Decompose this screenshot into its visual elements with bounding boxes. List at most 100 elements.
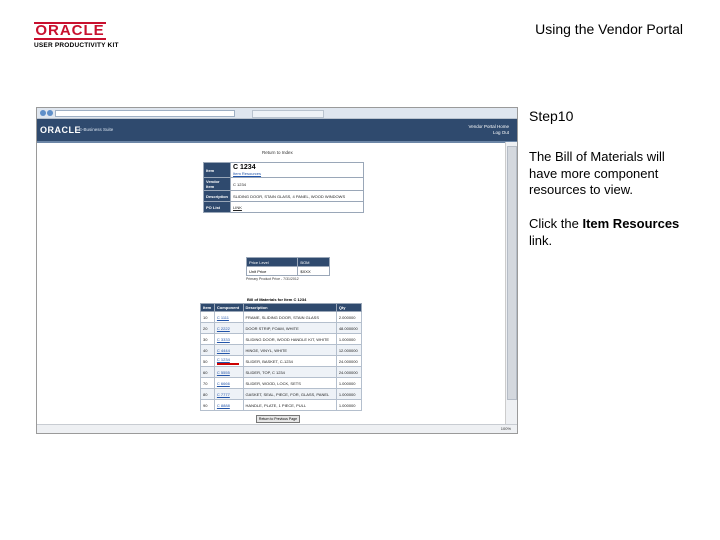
cost-label: Unit Price [245,266,299,276]
instruction-prefix: Click the [529,216,583,231]
summary-row: Item C 1234 Item Resources [202,162,364,178]
highlight-marker [216,363,239,365]
bom-component[interactable]: C 8888 [213,399,244,411]
logo-upk-text: USER PRODUCTIVITY KIT [34,42,119,49]
bom-component[interactable]: C 4444 [213,344,244,356]
bom-header: Item [200,303,215,312]
bom-qty: 24.000000 [335,355,363,367]
cost-header: Price Level [245,257,299,267]
bom-component[interactable]: C 2222 [213,322,244,334]
bom-item-no: 60 [200,366,215,378]
logo-oracle-text: ORACLE [34,22,106,40]
summary-value: SLIDING DOOR, STAIN GLASS, 4 PANEL, WOOD… [230,190,364,202]
summary-key: Description [202,190,232,202]
bom-qty: 2.000000 [335,311,363,323]
bom-row: 60 C 5555 SLIDER, TOP, C 1234 24.000000 [200,366,363,378]
bom-item-no: 70 [200,377,215,389]
bom-description: HANDLE, PLATE, 1 PIECE, PULL [242,399,337,411]
bom-qty: 1.000000 [335,377,363,389]
bom-description: HINGE, VINYL, WHITE [242,344,337,356]
summary-row: Vendor Item C 1234 [202,177,364,191]
item-summary-table: Item C 1234 Item Resources Vendor Item C… [202,162,364,213]
bom-item-no: 50 [200,355,215,367]
url-field[interactable] [55,110,235,117]
return-to-previous-button[interactable]: Return to Previous Page [256,415,300,423]
bom-description: SLIDER, BASKET, C-1234 [242,355,337,367]
cost-header-row: Price Level BOM [245,257,330,267]
bom-title: Bill of Materials for Item C 1234 [247,297,307,302]
step-instruction: Click the Item Resources link. [529,216,689,249]
bom-item-no: 80 [200,388,215,400]
vertical-scrollbar[interactable] [505,142,517,428]
bom-component[interactable]: C 1234 [213,355,244,367]
bom-description: SLIDER, TOP, C 1234 [242,366,337,378]
bom-item-no: 30 [200,333,215,345]
bom-qty: 48.000000 [335,322,363,334]
bom-row: 50 C 1234 SLIDER, BASKET, C-1234 24.000000 [200,355,363,367]
page-content: Return to Index Item C 1234 Item Resourc… [37,142,505,423]
bom-qty: 1.000000 [335,388,363,400]
return-to-index-link[interactable]: Return to Index [262,150,293,155]
summary-row: PO List LINK [202,201,364,213]
bom-item-no: 40 [200,344,215,356]
app-header: ORACLE E-Business Suite Vendor Portal Ho… [37,119,517,143]
bom-component[interactable]: C 3333 [213,333,244,345]
bom-row: 90 C 8888 HANDLE, PLATE, 1 PIECE, PULL 1.00… [200,399,363,411]
top-links: Vendor Portal Home Log Out [468,124,509,136]
summary-value: C 1234 [230,177,364,191]
bom-row: 70 C 6666 SLIDER, WOOD, LOCK, SETS 1.000000 [200,377,363,389]
bom-qty: 24.000000 [335,366,363,378]
summary-value: C 1234 Item Resources [230,162,364,178]
instruction-suffix: link. [529,232,553,248]
item-number: C 1234 [233,164,256,171]
bom-header-row: Item Component Description Qty [200,303,363,312]
zoom-level[interactable]: 100% [501,426,511,431]
browser-tab[interactable] [252,110,324,118]
bom-component[interactable]: C 1111 [213,311,244,323]
forward-icon[interactable] [47,110,53,116]
cost-table: Price Level BOM Unit Price $XXX [245,257,330,276]
embedded-screenshot: ORACLE E-Business Suite Vendor Portal Ho… [36,107,518,434]
log-out-link[interactable]: Log Out [468,130,509,136]
bom-component[interactable]: C 6666 [213,377,244,389]
app-subtitle: E-Business Suite [79,127,114,132]
summary-key: Item [202,162,232,178]
bom-qty: 12.000000 [335,344,363,356]
bom-component[interactable]: C 7777 [213,388,244,400]
page-title: Using the Vendor Portal [535,21,683,37]
browser-address-bar [37,108,517,119]
bom-item-no: 90 [200,399,215,411]
po-list-link[interactable]: LINK [230,201,364,213]
bom-body: 10 C 1111 FRAME, SLIDING DOOR, STAIN GLASS… [200,311,363,411]
bom-description: GASKET, SEAL, PIECE, FOR, GLASS, PANEL [242,388,337,400]
bom-header: Component [213,303,244,312]
step-description: The Bill of Materials will have more com… [529,149,665,197]
bom-component[interactable]: C 5555 [213,366,244,378]
back-icon[interactable] [40,110,46,116]
bom-item-no: 10 [200,311,215,323]
cost-row: Unit Price $XXX [245,266,330,276]
bom-description: SLIDING DOOR, WOOD HANDLE KIT, WHITE [242,333,337,345]
item-resources-link[interactable]: Item Resources [233,171,361,176]
bom-table: Item Component Description Qty 10 C 1111 F… [200,303,363,411]
bom-header: Qty [335,303,363,312]
cost-header: BOM [297,257,330,267]
summary-row: Description SLIDING DOOR, STAIN GLASS, 4… [202,190,364,202]
bom-item-no: 20 [200,322,215,334]
browser-status-bar: 100% [37,424,517,433]
step-label: Step10 [529,108,574,124]
instruction-link-name: Item Resources [582,216,680,231]
summary-key: PO List [202,201,232,213]
bom-row: 10 C 1111 FRAME, SLIDING DOOR, STAIN GLASS… [200,311,363,323]
bom-description: SLIDER, WOOD, LOCK, SETS [242,377,337,389]
bom-description: DOOR STRIP, FOAM, WHITE [242,322,337,334]
scrollbar-thumb[interactable] [507,146,517,400]
bom-row: 80 C 7777 GASKET, SEAL, PIECE, FOR, GLASS,… [200,388,363,400]
bom-header: Description [242,303,337,312]
app-brand: ORACLE [40,125,81,135]
price-date: Primary Product Price - 7/31/2012 [246,277,299,281]
bom-row: 30 C 3333 SLIDING DOOR, WOOD HANDLE KIT, W… [200,333,363,345]
bom-qty: 1.000000 [335,399,363,411]
bom-qty: 1.000000 [335,333,363,345]
oracle-upk-logo: ORACLE USER PRODUCTIVITY KIT [34,22,134,49]
